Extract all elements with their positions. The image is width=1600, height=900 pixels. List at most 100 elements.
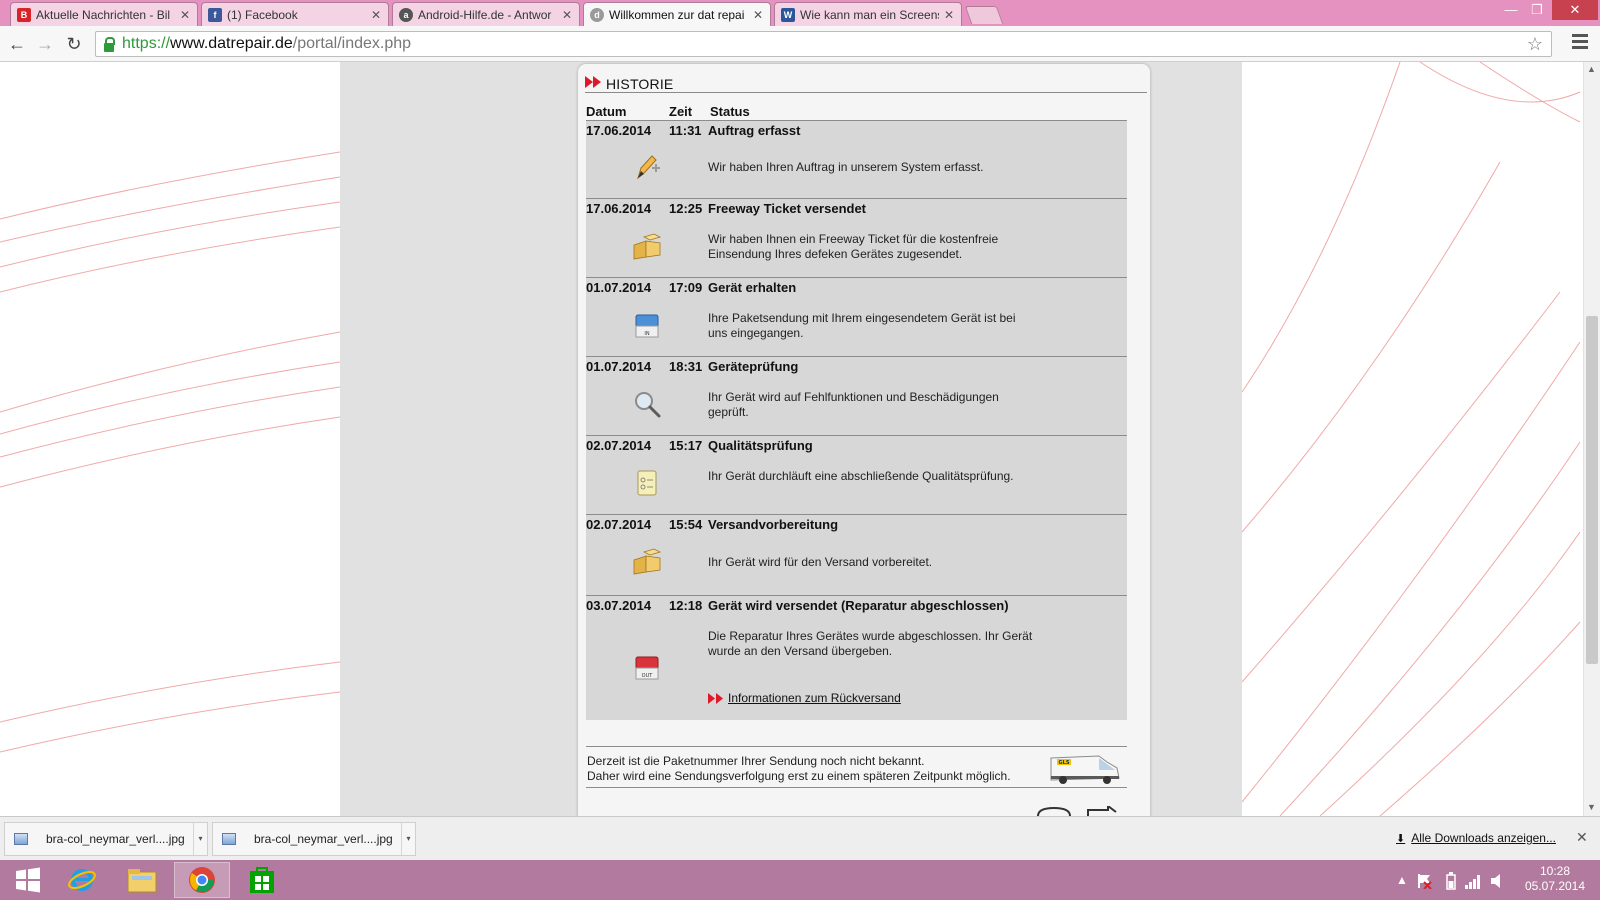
taskbar-file-explorer[interactable] <box>114 862 170 898</box>
packages-icon <box>633 548 662 575</box>
scrollbar-thumb[interactable] <box>1586 316 1598 664</box>
back-button[interactable]: ← <box>6 33 28 55</box>
pencil-plus-icon <box>637 155 660 180</box>
url-text[interactable]: https://www.datrepair.de/portal/index.ph… <box>122 35 411 53</box>
double-arrow-icon <box>585 76 601 88</box>
shipping-line-2: Daher wird eine Sendungsverfolgung erst … <box>587 769 1011 783</box>
tab-close-icon[interactable]: ✕ <box>752 8 764 22</box>
start-button[interactable] <box>0 862 56 898</box>
new-tab-button[interactable] <box>964 6 1004 24</box>
entry-date: 01.07.2014 <box>586 280 652 295</box>
entry-time: 15:54 <box>669 517 703 532</box>
tab-title: Willkommen zur dat repai <box>609 7 745 22</box>
tray-expand-icon[interactable]: ▲ <box>1396 860 1408 900</box>
tab-title: Android-Hilfe.de - Antwor <box>418 7 552 22</box>
taskbar-chrome[interactable] <box>174 862 230 898</box>
magnifier-icon <box>635 392 661 418</box>
inbox-label: IN <box>644 331 649 337</box>
tab-bild[interactable]: B Aktuelle Nachrichten - Bil ✕ <box>10 2 198 26</box>
historie-entry: 17.06.2014 12:25 Freeway Ticket versende… <box>586 198 1127 277</box>
download-arrow-icon: ⬇ <box>1396 832 1406 845</box>
link-label[interactable]: Informationen zum Rückversand <box>728 691 901 705</box>
historie-entry: 01.07.2014 18:31 Geräteprüfung Ihr Gerät… <box>586 356 1127 435</box>
scroll-up-icon[interactable]: ▲ <box>1587 64 1596 74</box>
bild-icon: B <box>17 7 31 22</box>
tab-title: Aktuelle Nachrichten - Bil <box>36 7 171 22</box>
image-file-icon <box>222 833 236 845</box>
entry-date: 02.07.2014 <box>586 438 652 453</box>
tab-title: Wie kann man ein Screens <box>800 7 939 22</box>
taskbar-clock[interactable]: 10:28 05.07.2014 <box>1520 864 1590 894</box>
historie-entry: 17.06.2014 11:31 Auftrag erfasst Wir hab… <box>586 120 1127 198</box>
entry-date: 02.07.2014 <box>586 517 652 532</box>
action-center-flag-icon[interactable] <box>1416 873 1432 889</box>
taskbar-store[interactable] <box>234 862 290 898</box>
tab-close-icon[interactable]: ✕ <box>943 8 955 22</box>
internet-explorer-icon <box>68 869 96 891</box>
close-window-button[interactable]: ✕ <box>1552 0 1598 20</box>
url-scheme: https:// <box>122 35 171 52</box>
tab-title: (1) Facebook <box>227 7 298 22</box>
word-icon: W <box>781 7 795 22</box>
ruecksendung-info-link[interactable]: Informationen zum Rückversand <box>708 691 901 705</box>
historie-entry: 01.07.2014 17:09 Gerät erhalten IN Ihre … <box>586 277 1127 356</box>
double-arrow-icon <box>708 692 723 704</box>
close-shelf-button[interactable]: ✕ <box>1576 829 1588 846</box>
lock-icon <box>104 36 115 52</box>
tab-datrepair[interactable]: d Willkommen zur dat repai ✕ <box>583 2 771 26</box>
bookmark-star-icon[interactable]: ☆ <box>1527 34 1543 55</box>
volume-icon[interactable] <box>1490 873 1504 889</box>
entry-date: 17.06.2014 <box>586 123 652 138</box>
address-bar[interactable]: https://www.datrepair.de/portal/index.ph… <box>95 31 1552 57</box>
tab-close-icon[interactable]: ✕ <box>561 8 573 22</box>
historie-header: HISTORIE <box>585 75 1147 93</box>
reload-button[interactable]: ↻ <box>63 33 85 55</box>
tab-android-hilfe[interactable]: a Android-Hilfe.de - Antwor ✕ <box>392 2 580 26</box>
image-file-icon <box>14 833 28 845</box>
shipping-info: Derzeit ist die Paketnummer Ihrer Sendun… <box>586 746 1127 788</box>
entry-description: Ihre Paketsendung mit Ihrem eingesendete… <box>708 311 1016 340</box>
entry-status: Gerät erhalten <box>708 280 797 295</box>
entry-time: 17:09 <box>669 280 703 295</box>
entry-description: Ihr Gerät durchläuft eine abschließende … <box>708 469 1014 483</box>
tab-facebook[interactable]: f (1) Facebook ✕ <box>201 2 389 26</box>
android-icon: a <box>399 7 413 22</box>
show-all-label[interactable]: Alle Downloads anzeigen... <box>1411 831 1556 845</box>
browser-toolbar: ← → ↻ https://www.datrepair.de/portal/in… <box>0 26 1600 62</box>
column-status: Status <box>710 104 750 119</box>
historie-title: HISTORIE <box>606 76 674 92</box>
download-options-icon[interactable]: ▾ <box>193 823 207 855</box>
tab-close-icon[interactable]: ✕ <box>370 8 382 22</box>
entry-description: Wir haben Ihnen ein Freeway Ticket für d… <box>708 232 999 261</box>
tab-close-icon[interactable]: ✕ <box>179 8 191 22</box>
taskbar-internet-explorer[interactable] <box>54 862 110 898</box>
entry-time: 11:31 <box>669 123 702 138</box>
restore-button[interactable]: ❐ <box>1524 0 1550 20</box>
folder-icon <box>127 869 157 893</box>
download-options-icon[interactable]: ▾ <box>401 823 415 855</box>
battery-icon[interactable] <box>1446 872 1456 890</box>
network-signal-icon[interactable] <box>1464 873 1482 889</box>
entry-time: 18:31 <box>669 359 703 374</box>
minimize-button[interactable]: — <box>1498 0 1524 20</box>
page-scrollbar[interactable]: ▲ ▼ <box>1583 62 1600 816</box>
download-item[interactable]: bra-col_neymar_verl....jpg ▾ <box>212 822 416 856</box>
download-filename: bra-col_neymar_verl....jpg <box>46 832 185 846</box>
scroll-down-icon[interactable]: ▼ <box>1587 802 1596 812</box>
column-zeit: Zeit <box>669 104 693 119</box>
entry-status: Geräteprüfung <box>708 359 799 374</box>
download-item[interactable]: bra-col_neymar_verl....jpg ▾ <box>4 822 208 856</box>
checklist-icon <box>637 470 657 496</box>
show-all-downloads-link[interactable]: ⬇ Alle Downloads anzeigen... <box>1396 831 1556 845</box>
chrome-menu-icon[interactable] <box>1572 34 1588 52</box>
clock-time: 10:28 <box>1539 864 1571 878</box>
entry-status: Auftrag erfasst <box>708 123 801 138</box>
forward-button[interactable]: → <box>34 33 56 55</box>
van-logo-label: GLS <box>1059 760 1070 766</box>
tab-screenshot[interactable]: W Wie kann man ein Screens ✕ <box>774 2 962 26</box>
entry-status: Versandvorbereitung <box>708 517 839 532</box>
clock-date: 05.07.2014 <box>1524 879 1586 893</box>
delivery-van-icon: GLS <box>1050 755 1120 784</box>
tab-strip: B Aktuelle Nachrichten - Bil ✕ f (1) Fac… <box>0 0 1600 26</box>
entry-time: 15:17 <box>669 438 703 453</box>
